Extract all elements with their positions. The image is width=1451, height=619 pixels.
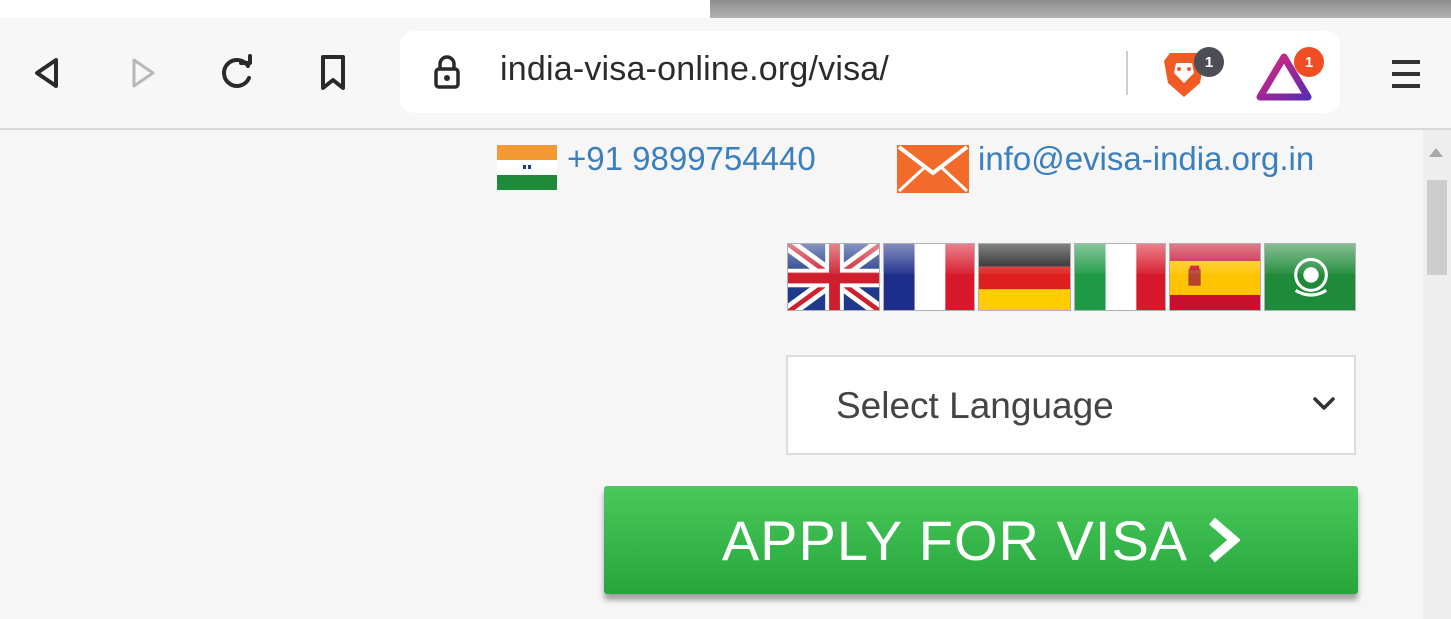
spain-flag-button[interactable] — [1169, 243, 1261, 311]
back-icon — [35, 58, 58, 88]
italy-flag-button[interactable] — [1074, 243, 1166, 311]
flag-gloss — [884, 244, 974, 274]
forward-button[interactable] — [120, 50, 166, 96]
brave-rewards-button[interactable]: 1 — [1256, 47, 1326, 101]
flag-gloss — [979, 244, 1070, 274]
address-bar-divider — [1126, 51, 1128, 95]
language-select-value: Select Language — [836, 385, 1114, 426]
forward-icon — [132, 58, 155, 88]
flag-gloss — [788, 244, 879, 274]
reload-button[interactable] — [214, 50, 260, 96]
url-text[interactable]: india-visa-online.org/visa/ — [500, 50, 889, 89]
rewards-count-badge: 1 — [1294, 47, 1324, 77]
page-content: +91 9899754440 info@evisa-india.org.in S… — [0, 130, 1423, 619]
browser-toolbar: india-visa-online.org/visa/ 1 1 — [0, 18, 1451, 130]
chevron-down-icon — [1313, 397, 1335, 410]
brave-shields-button[interactable]: 1 — [1162, 47, 1226, 99]
address-bar[interactable]: india-visa-online.org/visa/ 1 1 — [400, 31, 1340, 113]
apply-button-label: APPLY FOR VISA — [721, 508, 1189, 572]
flag-gloss — [1170, 244, 1260, 274]
email-link[interactable]: info@evisa-india.org.in — [978, 140, 1314, 178]
menu-button[interactable] — [1388, 56, 1428, 92]
back-button[interactable] — [24, 50, 70, 96]
phone-link[interactable]: +91 9899754440 — [567, 140, 816, 178]
flag-gloss — [1265, 244, 1355, 274]
bookmark-icon — [321, 55, 345, 90]
reload-icon — [222, 54, 252, 88]
france-flag-button[interactable] — [883, 243, 975, 311]
bookmark-button[interactable] — [310, 50, 356, 96]
germany-flag-button[interactable] — [978, 243, 1071, 311]
flag-gloss — [1075, 244, 1165, 274]
arabic-flag-button[interactable] — [1264, 243, 1356, 311]
language-select[interactable]: Select Language — [786, 355, 1356, 455]
scroll-up-icon[interactable] — [1429, 148, 1443, 157]
chevron-right-icon — [1209, 517, 1241, 563]
shield-count-badge: 1 — [1194, 47, 1224, 77]
scroll-thumb[interactable] — [1427, 180, 1447, 275]
uk-flag-button[interactable] — [787, 243, 880, 311]
hamburger-icon — [1392, 60, 1420, 88]
envelope-icon — [897, 145, 969, 193]
lock-icon — [434, 55, 460, 89]
india-flag-icon — [497, 145, 557, 190]
vertical-scrollbar[interactable] — [1423, 130, 1451, 619]
apply-for-visa-button[interactable]: APPLY FOR VISA — [604, 486, 1358, 594]
tab-strip-edge — [710, 0, 1451, 18]
